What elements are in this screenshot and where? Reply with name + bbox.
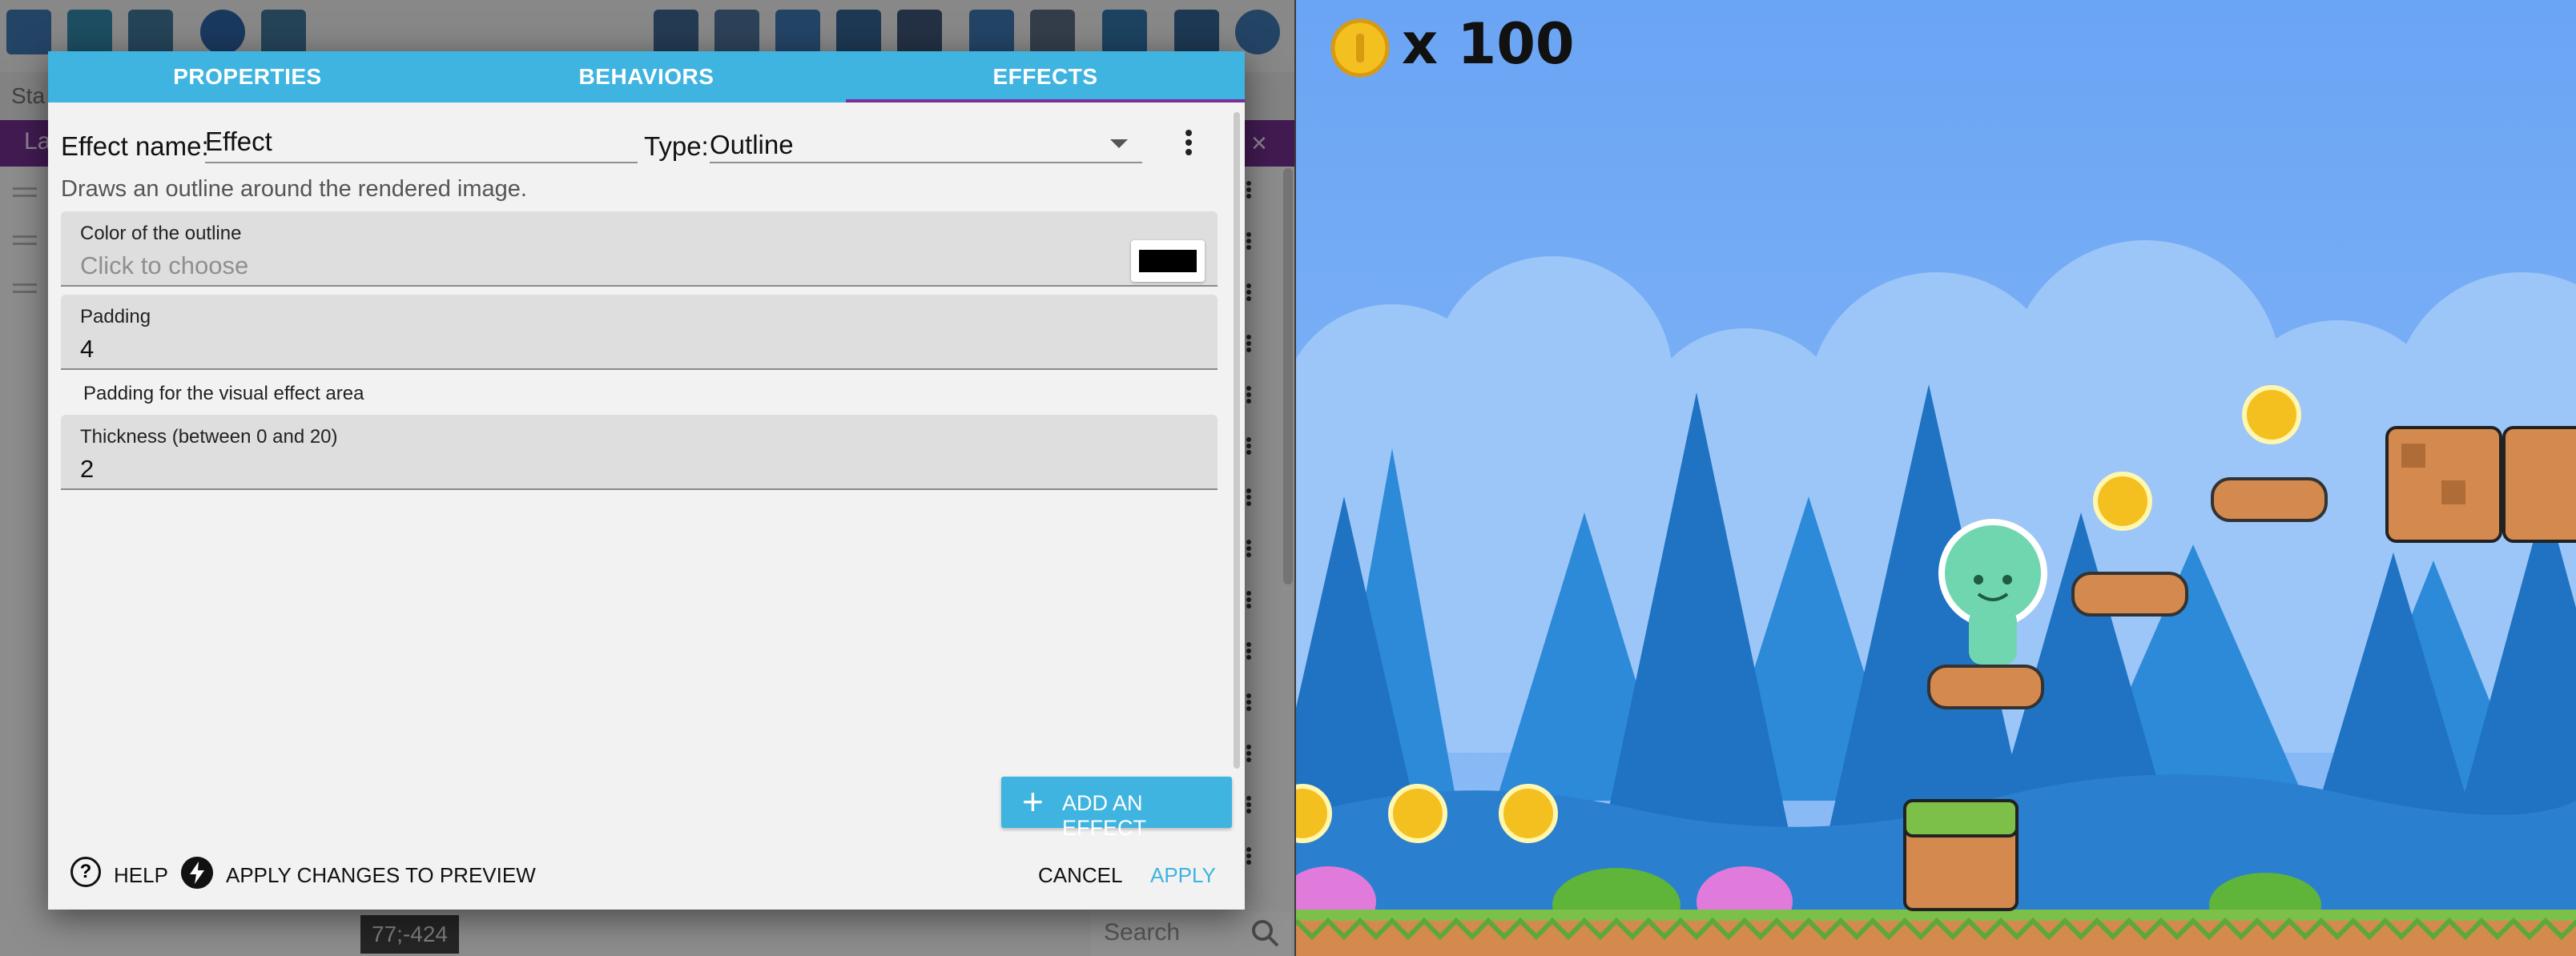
- effect-header: Effect name: Type: Outline: [61, 120, 1230, 168]
- cancel-button[interactable]: CANCEL: [1038, 863, 1122, 888]
- game-preview[interactable]: x 100: [1296, 0, 2576, 956]
- crate-blocks: [2385, 426, 2576, 543]
- color-swatch-button[interactable]: [1131, 240, 1205, 282]
- help-label: HELP: [114, 863, 168, 887]
- object-editor-dialog: PROPERTIES BEHAVIORS EFFECTS Effect name…: [48, 51, 1245, 910]
- game-scene: [1296, 0, 2576, 956]
- coin-count: x 100: [1402, 11, 1575, 77]
- add-effect-button[interactable]: + ADD AN EFFECT: [1001, 777, 1232, 840]
- more-options-icon[interactable]: [1182, 127, 1195, 162]
- apply-preview-label: APPLY CHANGES TO PREVIEW: [226, 863, 536, 887]
- effect-name-input[interactable]: [205, 122, 638, 163]
- dialog-scrollbar[interactable]: [1234, 112, 1240, 769]
- padding-label: Padding: [80, 306, 151, 327]
- apply-button[interactable]: APPLY: [1150, 863, 1216, 888]
- tab-effects[interactable]: EFFECTS: [846, 51, 1245, 102]
- padding-field[interactable]: Padding 4: [61, 295, 1218, 370]
- effect-type-select[interactable]: Outline: [710, 122, 1142, 163]
- thickness-value: 2: [80, 455, 95, 483]
- color-swatch: [1139, 250, 1197, 272]
- effect-type-value: Outline: [710, 130, 794, 159]
- coin-counter: [1328, 16, 1392, 84]
- type-label: Type:: [644, 131, 709, 161]
- padding-help-text: Padding for the visual effect area: [83, 383, 364, 404]
- add-effect-label: ADD AN EFFECT: [1062, 791, 1146, 840]
- tab-properties[interactable]: PROPERTIES: [48, 51, 447, 102]
- outline-color-label: Color of the outline: [80, 223, 242, 244]
- grass-block: [1903, 799, 2019, 911]
- help-icon: ?: [70, 857, 101, 887]
- padding-value: 4: [80, 335, 95, 363]
- tab-behaviors[interactable]: BEHAVIORS: [447, 51, 846, 102]
- effect-name-label: Effect name:: [61, 131, 209, 161]
- thickness-label: Thickness (between 0 and 20): [80, 426, 338, 448]
- dialog-footer: ? HELP APPLY CHANGES TO PREVIEW CANCEL A…: [48, 847, 1245, 910]
- apply-changes-to-preview-button[interactable]: APPLY CHANGES TO PREVIEW: [181, 854, 541, 894]
- effect-description: Draws an outline around the rendered ima…: [61, 176, 527, 202]
- lightning-icon: [181, 857, 213, 889]
- outline-color-placeholder: Click to choose: [80, 251, 249, 279]
- coin-icon: [1330, 18, 1390, 78]
- dropdown-arrow-icon: [1110, 139, 1128, 148]
- active-tab-indicator: [846, 99, 1245, 102]
- dialog-tabs: PROPERTIES BEHAVIORS EFFECTS: [48, 51, 1245, 102]
- thickness-field[interactable]: Thickness (between 0 and 20) 2: [61, 415, 1218, 490]
- outline-color-field[interactable]: Color of the outline Click to choose: [61, 211, 1218, 287]
- plus-icon: +: [1022, 781, 1044, 822]
